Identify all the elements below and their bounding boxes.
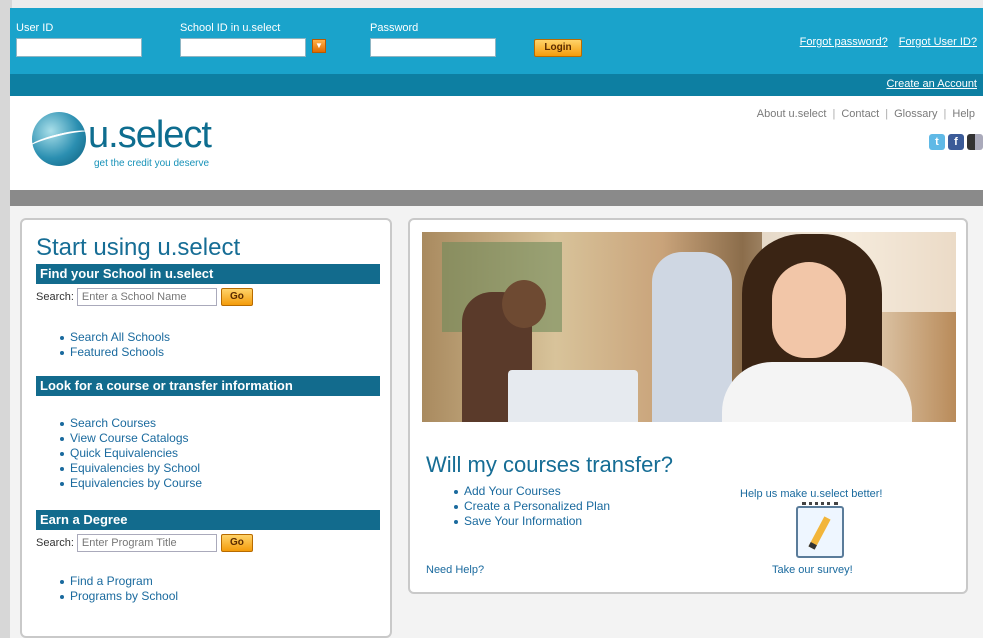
students-photo [422, 232, 956, 422]
header-divider [10, 190, 983, 206]
nav-about[interactable]: About u.select [757, 108, 827, 120]
find-program-link[interactable]: Find a Program [59, 574, 178, 589]
sub-bar: Create an Account [10, 74, 983, 96]
delicious-icon[interactable] [967, 134, 983, 150]
site-header: u.select get the credit you deserve Abou… [10, 96, 983, 190]
school-id-input[interactable] [180, 38, 306, 57]
nav-separator: | [832, 108, 836, 120]
nav-separator: | [943, 108, 947, 120]
school-links: Search All Schools Featured Schools [59, 330, 170, 360]
top-nav: About u.select | Contact | Glossary | Help [757, 108, 975, 120]
nav-glossary[interactable]: Glossary [894, 108, 937, 120]
social-icons: t f [929, 134, 983, 150]
login-button[interactable]: Login [534, 39, 582, 57]
search-courses-link[interactable]: Search Courses [59, 416, 202, 431]
equivalencies-by-course-link[interactable]: Equivalencies by Course [59, 476, 202, 491]
nav-contact[interactable]: Contact [841, 108, 879, 120]
find-school-heading: Find your School in u.select [36, 264, 380, 284]
school-search-row: Search: Enter a School Name Go [36, 288, 253, 306]
course-heading: Look for a course or transfer informatio… [36, 376, 380, 396]
degree-links: Find a Program Programs by School [59, 574, 178, 604]
transfer-links: Add Your Courses Create a Personalized P… [453, 484, 610, 529]
course-links: Search Courses View Course Catalogs Quic… [59, 416, 202, 491]
facebook-icon[interactable]: f [948, 134, 964, 150]
school-search-input[interactable]: Enter a School Name [76, 288, 217, 306]
survey-notepad-icon[interactable] [796, 502, 844, 558]
start-title: Start using u.select [36, 234, 241, 261]
page: User ID School ID in u.select ▼ Password… [10, 8, 983, 638]
user-id-input[interactable] [16, 38, 142, 57]
program-search-input[interactable]: Enter Program Title [76, 534, 217, 552]
take-survey-link[interactable]: Take our survey! [772, 564, 853, 576]
school-go-button[interactable]: Go [220, 288, 253, 306]
transfer-title: Will my courses transfer? [426, 452, 673, 477]
personalized-plan-link[interactable]: Create a Personalized Plan [453, 499, 610, 514]
logo-tagline: get the credit you deserve [94, 158, 210, 169]
quick-equivalencies-link[interactable]: Quick Equivalencies [59, 446, 202, 461]
view-course-catalogs-link[interactable]: View Course Catalogs [59, 431, 202, 446]
transfer-panel: Will my courses transfer? Add Your Cours… [408, 218, 968, 594]
password-label: Password [370, 22, 419, 34]
save-information-link[interactable]: Save Your Information [453, 514, 610, 529]
logo-text[interactable]: u.select [88, 114, 212, 157]
featured-schools-link[interactable]: Featured Schools [59, 345, 170, 360]
need-help-link[interactable]: Need Help? [426, 564, 484, 576]
program-go-button[interactable]: Go [220, 534, 253, 552]
equivalencies-by-school-link[interactable]: Equivalencies by School [59, 461, 202, 476]
nav-separator: | [885, 108, 889, 120]
add-courses-link[interactable]: Add Your Courses [453, 484, 610, 499]
user-id-label: User ID [16, 22, 54, 34]
program-search-label: Search: [36, 537, 74, 549]
forgot-password-link[interactable]: Forgot password? [800, 36, 888, 48]
create-account-link[interactable]: Create an Account [886, 78, 977, 90]
twitter-icon[interactable]: t [929, 134, 945, 150]
search-all-schools-link[interactable]: Search All Schools [59, 330, 170, 345]
account-links: Forgot password? Forgot User ID? [792, 36, 977, 48]
school-dropdown-icon[interactable]: ▼ [312, 39, 326, 53]
password-input[interactable] [370, 38, 496, 57]
help-us-text[interactable]: Help us make u.select better! [740, 488, 882, 500]
start-panel: Start using u.select Find your School in… [20, 218, 392, 638]
programs-by-school-link[interactable]: Programs by School [59, 589, 178, 604]
login-bar: User ID School ID in u.select ▼ Password… [10, 8, 983, 74]
school-id-label: School ID in u.select [180, 22, 281, 34]
forgot-user-id-link[interactable]: Forgot User ID? [899, 36, 977, 48]
degree-heading: Earn a Degree [36, 510, 380, 530]
program-search-row: Search: Enter Program Title Go [36, 534, 253, 552]
globe-logo-icon[interactable] [32, 112, 86, 166]
nav-help[interactable]: Help [952, 108, 975, 120]
school-search-label: Search: [36, 291, 74, 303]
